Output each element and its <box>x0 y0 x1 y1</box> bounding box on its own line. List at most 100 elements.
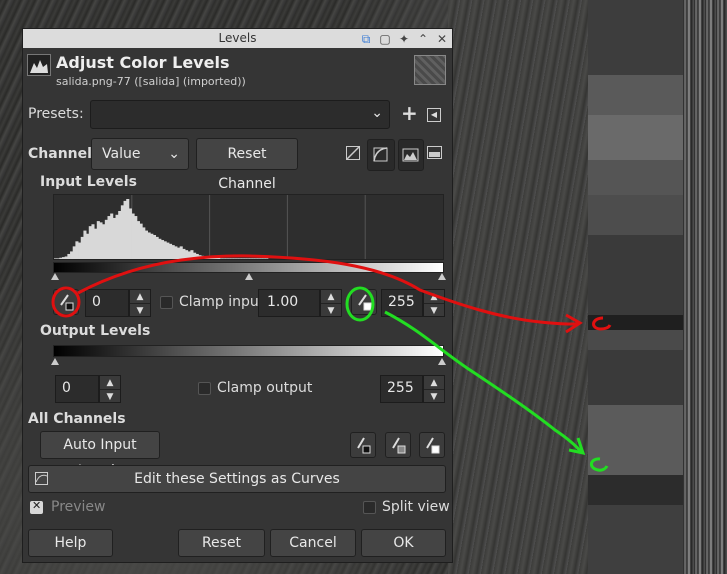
input-gradient-ramp[interactable] <box>53 262 444 273</box>
input-high-handle[interactable] <box>438 273 446 280</box>
output-low-value[interactable]: 0 <box>55 375 99 403</box>
output-low-handle[interactable] <box>51 358 59 365</box>
pick-gray-all-icon[interactable] <box>385 432 411 458</box>
split-view-checkbox[interactable] <box>363 501 376 514</box>
preview-checkbox[interactable]: ✕ <box>30 499 43 514</box>
histogram-split-icon[interactable] <box>427 146 443 164</box>
cancel-button[interactable]: Cancel <box>270 529 356 557</box>
input-high-spinner[interactable]: ▲ ▼ <box>423 289 445 317</box>
output-high-spinner[interactable]: ▲ ▼ <box>423 375 445 403</box>
presets-label: Presets: <box>28 106 84 122</box>
histogram-graph <box>54 195 366 259</box>
spin-up-icon[interactable]: ▲ <box>424 376 444 390</box>
histogram-bar <box>169 243 173 259</box>
histogram-bar <box>70 251 74 259</box>
spin-down-icon[interactable]: ▼ <box>100 390 120 403</box>
histogram-bar <box>139 223 143 259</box>
output-gradient-ramp[interactable] <box>53 345 444 357</box>
histogram-bar <box>155 236 159 259</box>
image-thumbnail <box>414 55 446 85</box>
histogram-bar <box>211 257 215 259</box>
pick-black-all-icon[interactable] <box>350 432 376 458</box>
preview-label: Preview <box>51 499 106 515</box>
reset-button[interactable]: Reset <box>178 529 265 557</box>
spin-down-icon[interactable]: ▼ <box>321 304 341 317</box>
clamp-output-checkbox[interactable] <box>198 382 211 395</box>
histogram-bar <box>62 257 66 259</box>
edit-as-curves-button[interactable]: Edit these Settings as Curves <box>28 465 446 493</box>
histogram-bar <box>56 258 60 259</box>
channel-combo[interactable]: Value ⌄ <box>91 138 189 170</box>
histogram-mode-icon[interactable] <box>398 139 424 171</box>
window-title: Levels <box>218 31 257 45</box>
preset-menu-icon[interactable]: ◀ <box>427 108 441 122</box>
histogram-bar <box>72 246 76 259</box>
histogram <box>53 194 444 260</box>
input-low-spinner[interactable]: ▲ ▼ <box>129 289 151 317</box>
histogram-bar <box>246 258 250 259</box>
histogram-bar <box>241 258 245 259</box>
clamp-input-checkbox[interactable] <box>160 296 173 309</box>
histogram-bar <box>235 258 239 259</box>
presets-combo[interactable]: ⌄ <box>90 100 390 129</box>
histogram-bar <box>99 222 103 259</box>
reset-channel-button[interactable]: Reset Channel <box>196 138 298 192</box>
add-preset-icon[interactable]: + <box>401 101 418 125</box>
histogram-bar <box>265 258 269 259</box>
input-low-value[interactable]: 0 <box>85 289 129 317</box>
spin-up-icon[interactable]: ▲ <box>321 290 341 304</box>
input-gamma-spinner[interactable]: ▲ ▼ <box>320 289 342 317</box>
spin-up-icon[interactable]: ▲ <box>100 376 120 390</box>
histogram-bar <box>227 258 231 259</box>
log-histogram-icon[interactable] <box>367 139 395 171</box>
auto-input-levels-button[interactable]: Auto Input Levels <box>40 431 160 479</box>
dialog-subtitle: salida.png-77 ([salida] (imported)) <box>56 75 246 88</box>
help-button[interactable]: Help <box>28 529 113 557</box>
input-high-value[interactable]: 255 <box>381 289 423 317</box>
spin-down-icon[interactable]: ▼ <box>424 390 444 403</box>
pick-white-point-icon[interactable] <box>351 289 377 315</box>
histogram-bar <box>110 213 114 259</box>
spin-down-icon[interactable]: ▼ <box>424 304 444 317</box>
histogram-bar <box>190 250 194 259</box>
histogram-bar <box>230 258 234 259</box>
spin-up-icon[interactable]: ▲ <box>424 290 444 304</box>
histogram-bar <box>217 257 221 259</box>
dialog-title: Adjust Color Levels <box>56 53 230 72</box>
histogram-bar <box>160 240 165 259</box>
histogram-bar <box>209 257 213 259</box>
output-high-value[interactable]: 255 <box>380 375 423 403</box>
histogram-bar <box>158 238 162 259</box>
close-icon[interactable]: ✕ <box>436 33 448 45</box>
pick-black-point-icon[interactable] <box>53 289 79 315</box>
levels-icon <box>27 54 51 76</box>
histogram-bar <box>233 258 237 259</box>
spin-up-icon[interactable]: ▲ <box>130 290 150 304</box>
linear-histogram-icon[interactable] <box>346 146 360 160</box>
clamp-input-label: Clamp input <box>179 294 265 310</box>
output-low-spinner[interactable]: ▲ ▼ <box>99 375 121 403</box>
sticky-icon[interactable]: ✦ <box>398 33 410 45</box>
input-low-handle[interactable] <box>51 273 59 280</box>
chevron-down-icon: ⌄ <box>371 105 383 121</box>
output-high-handle[interactable] <box>438 358 446 365</box>
all-channels-label: All Channels <box>28 411 126 427</box>
input-gamma-handle[interactable] <box>245 273 253 280</box>
histogram-bar <box>257 258 261 259</box>
input-gamma-value[interactable]: 1.00 <box>258 289 320 317</box>
histogram-bar <box>185 250 189 259</box>
histogram-bar <box>54 258 58 259</box>
pick-white-all-icon[interactable] <box>419 432 445 458</box>
spin-down-icon[interactable]: ▼ <box>130 304 150 317</box>
histogram-bar <box>144 230 148 259</box>
window-titlebar[interactable]: Levels ⧉ ▢ ✦ ⌃ ✕ <box>23 29 452 48</box>
maximize-icon[interactable]: ▢ <box>379 33 391 45</box>
histogram-bar <box>128 208 132 259</box>
split-view-label: Split view <box>382 499 450 515</box>
histogram-bar <box>177 247 181 259</box>
pin-icon[interactable]: ⧉ <box>360 33 372 45</box>
collapse-icon[interactable]: ⌃ <box>417 33 429 45</box>
clamp-output-label: Clamp output <box>217 380 313 396</box>
ok-button[interactable]: OK <box>361 529 446 557</box>
histogram-bar <box>115 214 119 259</box>
